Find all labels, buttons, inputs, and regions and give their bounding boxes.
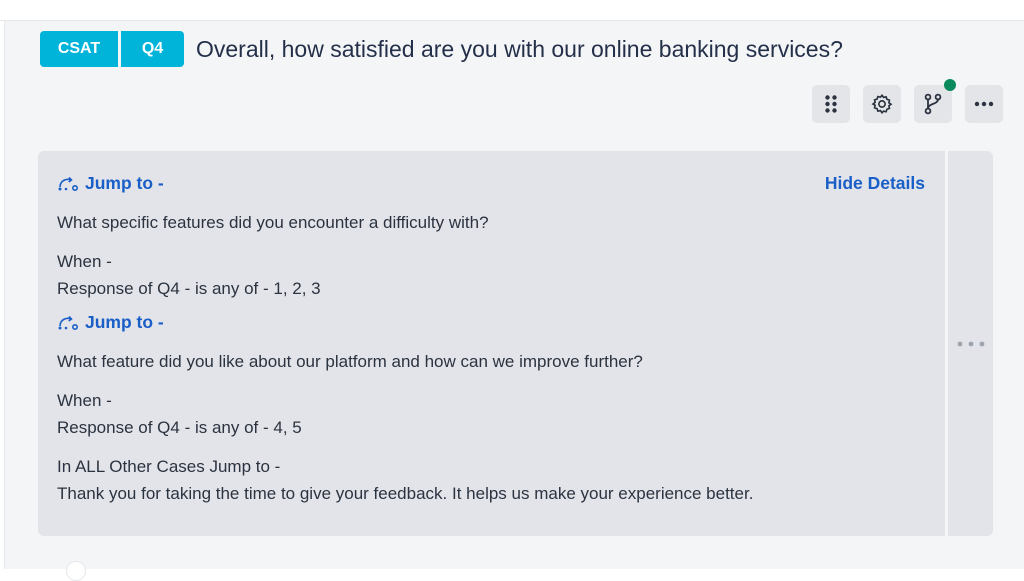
fallback-target: Thank you for taking the time to give yo…	[57, 484, 754, 503]
drag-handle-icon	[825, 95, 837, 113]
question-toolbar	[812, 79, 1003, 123]
branch-status-dot	[944, 79, 956, 91]
jump-to-label: Jump to -	[85, 172, 164, 193]
more-options-button[interactable]	[965, 85, 1003, 123]
drag-button[interactable]	[812, 85, 850, 123]
settings-button[interactable]	[863, 85, 901, 123]
when-label: When -	[57, 252, 112, 271]
question-number-badge: Q4	[121, 31, 184, 67]
condition-text: Response of Q4 - is any of - 4, 5	[57, 418, 302, 437]
branch-icon	[924, 93, 942, 115]
logic-rule-header: Jump to -	[57, 310, 925, 334]
jump-icon	[58, 176, 78, 191]
question-type-badge: CSAT	[40, 31, 118, 67]
logic-details-panel: Jump to - Hide Details What specific fea…	[38, 151, 945, 536]
jump-target: What feature did you like about our plat…	[57, 352, 643, 371]
add-question-handle[interactable]	[66, 561, 86, 581]
jump-to-link[interactable]: Jump to -	[57, 173, 164, 194]
jump-target: What specific features did you encounter…	[57, 213, 489, 232]
question-title[interactable]: Overall, how satisfied are you with our …	[196, 36, 843, 63]
when-label: When -	[57, 391, 112, 410]
branch-logic-button[interactable]	[914, 79, 956, 123]
question-header: CSAT Q4 Overall, how satisfied are you w…	[40, 31, 843, 67]
hide-details-link[interactable]: Hide Details	[825, 173, 925, 194]
logic-rule-header: Jump to - Hide Details	[57, 171, 925, 195]
gear-icon	[871, 93, 893, 114]
top-bar	[0, 0, 1024, 21]
more-horizontal-icon	[957, 341, 984, 346]
more-horizontal-icon	[974, 101, 994, 107]
jump-to-link[interactable]: Jump to -	[57, 312, 164, 333]
details-more-options[interactable]	[948, 151, 993, 536]
jump-icon	[58, 315, 78, 330]
condition-text: Response of Q4 - is any of - 1, 2, 3	[57, 279, 321, 298]
jump-to-label: Jump to -	[85, 311, 164, 332]
fallback-label: In ALL Other Cases Jump to -	[57, 457, 281, 476]
